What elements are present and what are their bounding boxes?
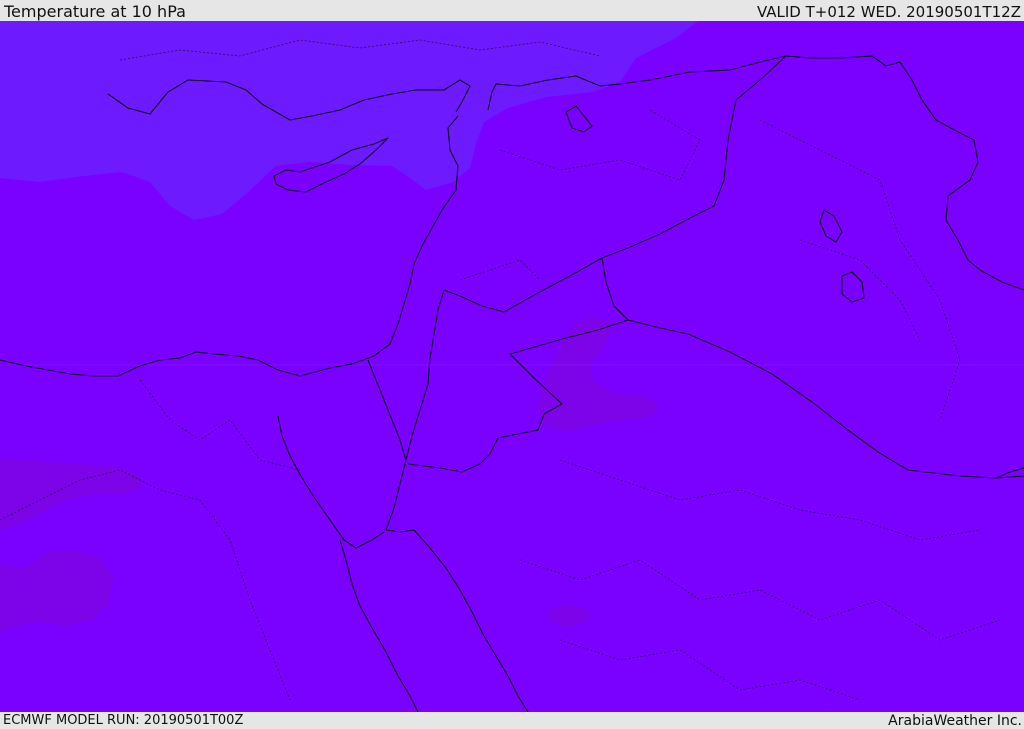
map-title: Temperature at 10 hPa bbox=[4, 2, 186, 21]
map-footer: ECMWF MODEL RUN: 20190501T00Z ArabiaWeat… bbox=[0, 712, 1024, 729]
temperature-map bbox=[0, 21, 1024, 712]
model-run: ECMWF MODEL RUN: 20190501T00Z bbox=[3, 713, 244, 728]
valid-time: VALID T+012 WED. 20190501T12Z bbox=[756, 3, 1021, 21]
map-header: Temperature at 10 hPa VALID T+012 WED. 2… bbox=[0, 0, 1024, 21]
map-canvas bbox=[0, 21, 1024, 712]
weather-map-page: Temperature at 10 hPa VALID T+012 WED. 2… bbox=[0, 0, 1024, 729]
credit: ArabiaWeather Inc. bbox=[888, 713, 1022, 729]
